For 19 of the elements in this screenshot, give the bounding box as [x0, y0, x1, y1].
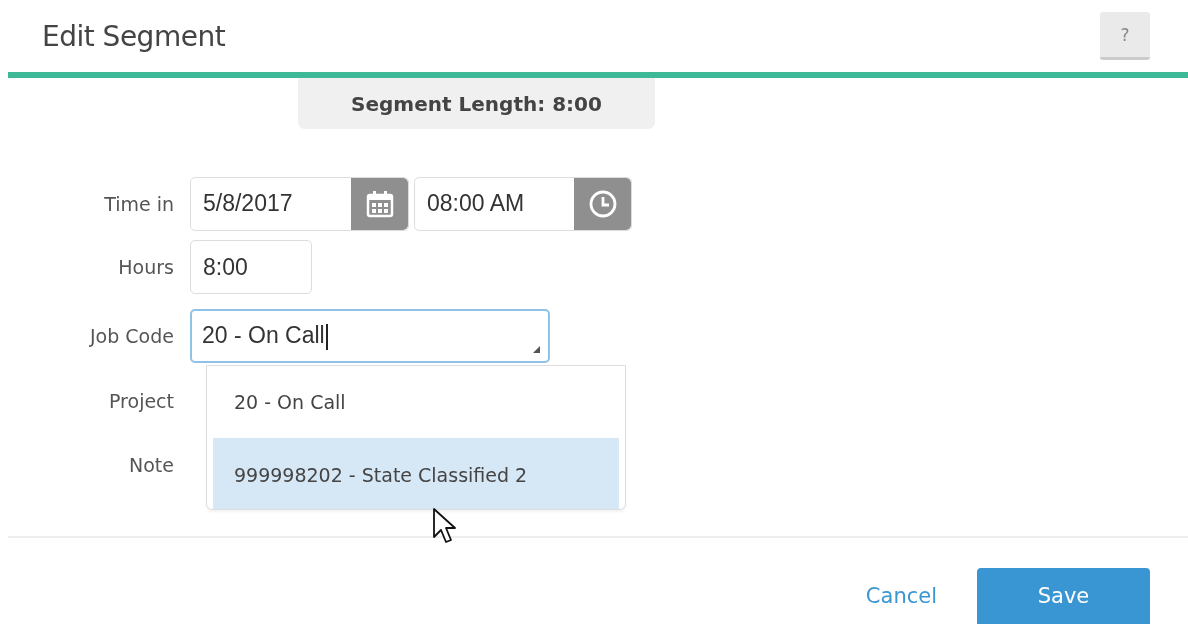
calendar-icon: [364, 188, 395, 219]
resize-grip-icon: [533, 346, 540, 353]
clock-icon: [587, 188, 618, 219]
dropdown-option[interactable]: 999998202 - State Classified 2: [213, 438, 619, 509]
time-field[interactable]: 08:00 AM: [414, 176, 632, 231]
segment-length-label: Segment Length: 8:00: [298, 78, 655, 129]
field-label: Hours: [117, 256, 175, 278]
field-label: Note: [128, 454, 175, 476]
job-code-field[interactable]: 20 - On Call: [190, 309, 550, 363]
text-cursor: [325, 323, 328, 350]
dialog-title: Edit Segment: [42, 19, 226, 53]
date-field[interactable]: 5/8/2017: [190, 176, 409, 231]
field-label: Project: [108, 390, 175, 412]
field-label: Job Code: [88, 325, 175, 347]
field-label: Time in: [103, 192, 175, 215]
hours-field[interactable]: 8:00: [190, 240, 312, 294]
dropdown-option[interactable]: 20 - On Call: [213, 366, 619, 438]
calendar-button[interactable]: [351, 177, 408, 230]
clock-button[interactable]: [574, 177, 631, 230]
